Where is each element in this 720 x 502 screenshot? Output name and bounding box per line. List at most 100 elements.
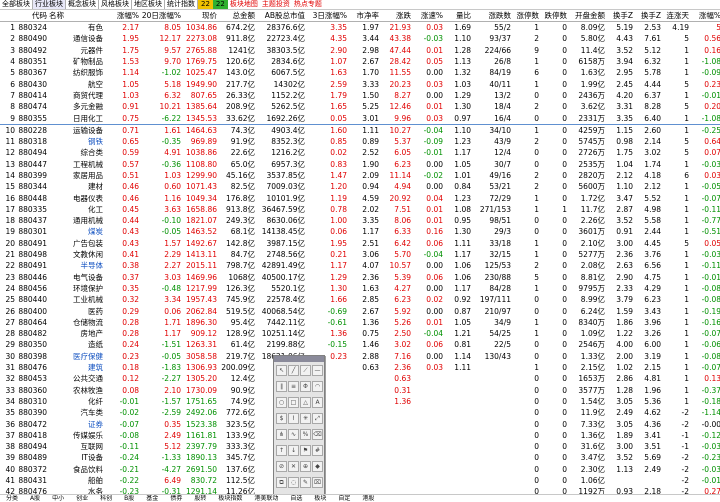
tab-board-map[interactable]: 板块地图: [228, 0, 260, 9]
gann-icon[interactable]: ✳: [300, 413, 311, 424]
flag-icon[interactable]: ⚑: [300, 445, 311, 456]
triangle-icon[interactable]: △: [300, 397, 311, 408]
table-row[interactable]: 36 880472 证券 -0.07 0.35 1523.38 323.5亿 0 0 7.33亿 3…: [0, 418, 720, 429]
toolbox-title-bar[interactable]: [274, 356, 324, 362]
table-row[interactable]: 5 880367 纺织服饰 1.14 -1.02 1025.47 143.0亿 6067.5亿…: [0, 67, 720, 78]
table-row[interactable]: 19 880301 煤炭 0.43 -0.05 1463.52 68.1亿 14138.45亿…: [0, 226, 720, 237]
tab-concept[interactable]: 概念板块: [66, 0, 99, 9]
table-row[interactable]: 25 880440 工业机械 0.32 3.34 1957.43 745.9亿 22578.4…: [0, 294, 720, 305]
table-row[interactable]: 15 880344 建材 0.46 0.60 1071.43 82.5亿 7009.03亿 1.…: [0, 181, 720, 192]
column-header[interactable]: 代码: [16, 10, 48, 22]
arrow-icon[interactable]: ↖: [276, 365, 287, 376]
table-row[interactable]: 26 880400 医药 0.29 0.06 2062.84 519.5亿 40068.54亿…: [0, 305, 720, 316]
tab-industry[interactable]: 行业板块: [33, 0, 66, 9]
column-header[interactable]: 换手Z: [634, 10, 662, 22]
table-row[interactable]: 23 880446 电气设备 0.37 3.03 1469.96 1068亿 40500.17…: [0, 272, 720, 283]
table-row[interactable]: 2 880490 通信设备 1.95 12.17 2273.08 911.8亿 22723.4…: [0, 33, 720, 44]
table-row[interactable]: 41 880431 船舶 -0.22 6.49 830.72 112.5亿 0 0 1.06亿 -2…: [0, 475, 720, 486]
table-row[interactable]: 34 880310 化纤 -0.01 -1.57 1751.65 74.9亿 1.36 0 0 1.…: [0, 396, 720, 407]
column-header[interactable]: 涨幅%: [104, 10, 140, 22]
lock-icon[interactable]: ⊘: [276, 461, 287, 472]
table-row[interactable]: 16 880448 电器仪表 0.46 1.16 1049.34 176.8亿 10101.9…: [0, 192, 720, 203]
table-row[interactable]: 12 880494 综合类 0.59 4.91 1038.86 22.6亿 1216.2亿 0.…: [0, 147, 720, 158]
table-row[interactable]: 31 880476 建筑 0.18 -1.83 1306.93 200.09亿 0.63 2.3…: [0, 362, 720, 373]
zoom-icon[interactable]: ⊕: [300, 461, 311, 472]
table-row[interactable]: 13 880447 工程机械 0.57 -0.36 1108.80 65.0亿 6957.3亿…: [0, 159, 720, 170]
hide-icon[interactable]: ◌: [288, 477, 299, 488]
up-arrow-icon[interactable]: ↑: [276, 445, 287, 456]
down-arrow-icon[interactable]: ↓: [288, 445, 299, 456]
erase-all-icon[interactable]: ⌧: [312, 477, 323, 488]
table-row[interactable]: 21 880498 文教休闲 0.41 2.29 1413.11 84.7亿 2748.56亿…: [0, 249, 720, 260]
table-row[interactable]: 7 880414 商贸代理 1.03 6.32 807.65 26.33亿 1152.2亿 1.…: [0, 90, 720, 101]
table-row[interactable]: 24 880456 环境保护 0.35 -0.48 1217.99 126.3亿 5520.1…: [0, 283, 720, 294]
column-header[interactable]: 总金额: [218, 10, 256, 22]
column-header[interactable]: 市净率: [348, 10, 380, 22]
pitchfork-icon[interactable]: ⋔: [276, 429, 287, 440]
table-row[interactable]: 6 880430 航空 1.05 5.18 1949.90 217.7亿 14302亿 2.59…: [0, 78, 720, 89]
line-icon[interactable]: ╱: [288, 365, 299, 376]
column-header[interactable]: 涨跌数: [472, 10, 512, 22]
column-header[interactable]: 涨速%: [412, 10, 444, 22]
tab-theme-invest[interactable]: 主题投资: [260, 0, 292, 9]
column-header[interactable]: 现价: [182, 10, 218, 22]
parallel-icon[interactable]: ∥: [276, 381, 287, 392]
wave-icon[interactable]: ∿: [288, 429, 299, 440]
column-header[interactable]: 开盘金额: [568, 10, 606, 22]
column-header[interactable]: 换手Z: [606, 10, 634, 22]
table-row[interactable]: 3 880492 元器件 1.75 9.57 2765.88 1241亿 38303.5亿 2.…: [0, 45, 720, 56]
table-row[interactable]: 40 880372 食品饮料 -0.21 -4.27 2691.50 137.6亿 0 0 2.3…: [0, 464, 720, 475]
channel-icon[interactable]: ≡: [288, 381, 299, 392]
column-header[interactable]: 跌停数: [540, 10, 568, 22]
text-icon[interactable]: A: [312, 397, 323, 408]
tab-hot-topics[interactable]: 热点专题: [292, 0, 324, 9]
table-row[interactable]: 28 880482 房地产 0.28 1.17 909.12 128.9亿 10251.14亿…: [0, 328, 720, 339]
table-row[interactable]: 33 880360 农林牧渔 0.08 2.10 1730.09 90.9亿 0.31 0 0 35…: [0, 385, 720, 396]
cycle-icon[interactable]: ⌇: [288, 413, 299, 424]
column-header[interactable]: 涨幅%: [690, 10, 720, 22]
column-header[interactable]: 量比: [444, 10, 472, 22]
table-row[interactable]: 29 880350 造纸 0.24 -1.51 1263.31 61.4亿 2199.88亿 -…: [0, 339, 720, 350]
circle-icon[interactable]: ○: [276, 397, 287, 408]
tab-style[interactable]: 风格板块: [99, 0, 132, 9]
column-header[interactable]: 涨停数: [512, 10, 540, 22]
table-row[interactable]: 18 880437 通用机械 0.44 -0.10 1821.07 249.3亿 8630.0…: [0, 215, 720, 226]
fib-icon[interactable]: Φ: [300, 381, 311, 392]
column-header[interactable]: 3日涨幅%: [306, 10, 348, 22]
table-row[interactable]: 20 880491 广告包装 0.43 1.57 1492.67 142.8亿 3987.15…: [0, 238, 720, 249]
table-row[interactable]: 4 880351 矿物制品 1.53 9.70 1769.75 120.6亿 2834.6亿 1…: [0, 56, 720, 67]
column-header[interactable]: 20日涨幅%: [140, 10, 182, 22]
trash-icon[interactable]: ✕: [288, 461, 299, 472]
table-row[interactable]: 35 880390 汽车类 -0.02 -2.59 2492.06 772.6亿 0 0 11.9…: [0, 407, 720, 418]
column-header[interactable]: 连涨天: [662, 10, 690, 22]
rect-icon[interactable]: □: [288, 397, 299, 408]
grid-icon[interactable]: #: [312, 445, 323, 456]
table-row[interactable]: 38 880494 互联网 -0.11 5.12 2397.79 333.3亿 0 0 31.6亿…: [0, 441, 720, 452]
table-row[interactable]: 14 880399 家居用品 0.51 1.03 1299.90 45.16亿 3537.85…: [0, 170, 720, 181]
table-row[interactable]: 9 880355 日用化工 0.75 -6.22 1345.53 33.62亿 1692.26…: [0, 112, 720, 125]
table-row[interactable]: 8 880474 多元金融 0.91 10.21 1385.64 208.9亿 5262.5亿…: [0, 101, 720, 112]
note-icon[interactable]: ✎: [300, 477, 311, 488]
table-row[interactable]: 17 880335 化工 0.45 3.63 1658.86 913.8亿 36467.59亿…: [0, 204, 720, 215]
column-header[interactable]: 名称: [48, 10, 104, 22]
column-header[interactable]: AB股总市值: [256, 10, 306, 22]
table-row[interactable]: 1 880324 有色 2.17 8.05 1034.86 674.2亿 28376.6亿 3.…: [0, 22, 720, 34]
arc-icon[interactable]: ◠: [312, 381, 323, 392]
column-header[interactable]: 涨跌: [380, 10, 412, 22]
table-row[interactable]: 37 880418 传媒娱乐 -0.08 2.49 1161.81 133.9亿 0 0 1.36…: [0, 430, 720, 441]
eraser-icon[interactable]: ⌫: [312, 429, 323, 440]
price-icon[interactable]: $: [276, 413, 287, 424]
table-row[interactable]: 39 880489 IT设备 -0.24 -1.33 1890.13 345.7亿 0 0 3.4…: [0, 452, 720, 463]
column-header[interactable]: [0, 10, 16, 22]
copy-icon[interactable]: ⧉: [276, 477, 287, 488]
tab-region[interactable]: 地区板块: [132, 0, 165, 9]
segment-icon[interactable]: —: [312, 365, 323, 376]
speed-icon[interactable]: ⤢: [312, 413, 323, 424]
table-row[interactable]: 30880398医疗保健0.23-0.053058.58219.7亿18621.…: [0, 351, 720, 362]
table-row[interactable]: 22 880491 半导体 0.38 2.27 2015.11 798.7亿 42891.49…: [0, 260, 720, 271]
tab-all[interactable]: 全部板块: [0, 0, 33, 9]
ray-icon[interactable]: ⟋: [300, 365, 311, 376]
tab-stat[interactable]: 统计指数: [165, 0, 198, 9]
mark-icon[interactable]: ◆: [312, 461, 323, 472]
percent-icon[interactable]: %: [300, 429, 311, 440]
